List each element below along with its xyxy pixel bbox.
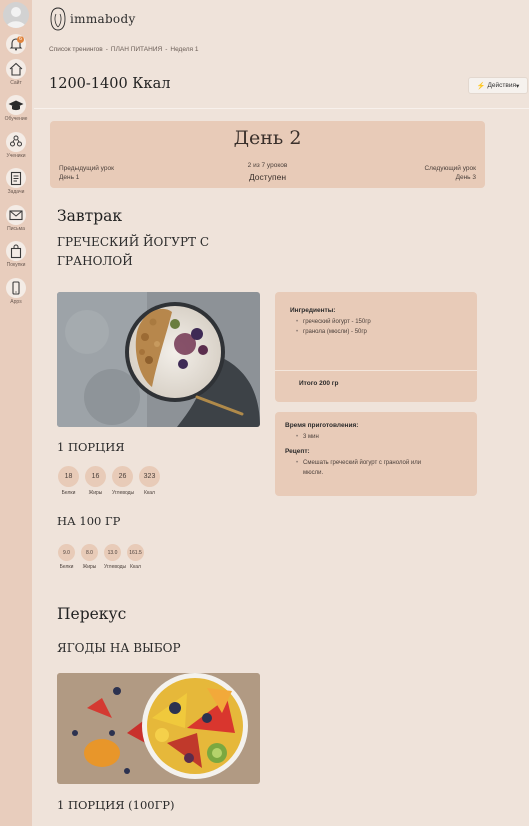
ingredients-total: Итого 200 гр <box>299 380 339 387</box>
sidebar-item-tasks[interactable]: Задачи <box>0 168 32 195</box>
logo-text: immabody <box>70 12 136 26</box>
snack-heading: Перекус <box>57 605 127 623</box>
notification-badge: 6 <box>17 36 24 43</box>
recipe-card: Время приготовления: 3 мин Рецепт: Смеша… <box>275 412 477 496</box>
macro-value: 13.0 <box>104 544 121 561</box>
ingredients-list: греческий йогурт - 150гр гранола (мюсли)… <box>283 317 473 337</box>
sidebar-item-label: Apps <box>10 299 22 305</box>
sidebar-item-mail[interactable]: Письма <box>0 205 32 232</box>
ingredients-title: Ингредиенты: <box>290 307 336 314</box>
recipe-step: Смешать греческий йогурт с гранолой или м… <box>283 458 473 478</box>
breakfast-per100-title: НА 100 ГР <box>57 514 121 528</box>
macro-label: Белки <box>61 490 76 496</box>
macro-carbs: 13.0 Углеводы <box>104 544 127 570</box>
sidebar-item-label: Обучение <box>4 116 28 122</box>
macro-value: 9.0 <box>58 544 75 561</box>
dish-name-line: ГРАНОЛОЙ <box>57 254 133 268</box>
breakfast-heading: Завтрак <box>57 207 123 225</box>
breakfast-portion-macros: 18 Белки 16 Жиры 26 Углеводы 323 Ккал <box>58 466 166 496</box>
graduation-cap-icon <box>6 95 26 115</box>
actions-button-label: Действия <box>487 82 516 89</box>
actions-button[interactable]: ⚡ Действия ▾ <box>468 77 528 94</box>
shopping-bag-icon <box>6 241 26 261</box>
day-navigation-panel: День 2 Предыдущий урок День 1 2 из 7 уро… <box>50 121 485 188</box>
next-lesson-day[interactable]: День 3 <box>456 174 476 181</box>
lesson-progress: 2 из 7 уроков <box>247 162 288 169</box>
sidebar-item-students[interactable]: Ученики <box>0 132 32 159</box>
sidebar-item-label: Письма <box>7 226 25 232</box>
sidebar-item-label: Покупки <box>6 262 26 268</box>
breakfast-photo <box>57 292 260 427</box>
macro-value: 161.5 <box>127 544 144 561</box>
breakfast-per100-macros: 9.0 Белки 8.0 Жиры 13.0 Углеводы 161.5 Ккал <box>58 544 150 570</box>
macro-kcal: 161.5 Ккал <box>127 544 144 570</box>
ingredient-item: греческий йогурт - 150гр <box>283 317 473 327</box>
logo-mark-icon <box>50 7 66 31</box>
ingredients-card: Ингредиенты: греческий йогурт - 150гр гр… <box>275 292 477 402</box>
recipe-steps: Смешать греческий йогурт с гранолой или м… <box>283 458 473 478</box>
logo[interactable]: immabody <box>49 7 136 31</box>
breadcrumb-separator: - <box>105 46 108 53</box>
macro-label: Жиры <box>88 490 103 496</box>
ingredient-item: гранола (мюсли) - 50гр <box>283 327 473 337</box>
macro-label: Белки <box>59 564 74 570</box>
snack-photo <box>57 673 260 784</box>
macro-kcal: 323 Ккал <box>139 466 160 496</box>
day-title: День 2 <box>233 127 302 149</box>
snack-dish-name: ЯГОДЫ НА ВЫБОР <box>57 641 181 655</box>
recipe-step-line: мюсли. <box>303 470 324 476</box>
macro-value: 16 <box>85 466 106 487</box>
phone-icon <box>6 278 26 298</box>
macro-value: 8.0 <box>81 544 98 561</box>
snack-portion-title: 1 ПОРЦИЯ (100ГР) <box>57 798 175 812</box>
prep-time-item: 3 мин <box>283 432 473 442</box>
sidebar-item-notifications[interactable]: 6 <box>0 34 32 54</box>
chevron-down-icon: ▾ <box>515 82 520 90</box>
sidebar-item-apps[interactable]: Apps <box>0 278 32 305</box>
ingredients-divider <box>275 370 477 371</box>
macro-value: 323 <box>139 466 160 487</box>
macro-label: Углеводы <box>112 490 135 496</box>
sidebar-item-label: Сайт <box>10 80 22 86</box>
students-icon <box>6 132 26 152</box>
macro-carbs: 26 Углеводы <box>112 466 135 496</box>
macro-fat: 8.0 Жиры <box>81 544 98 570</box>
sidebar-item-purchases[interactable]: Покупки <box>0 241 32 268</box>
macro-protein: 18 Белки <box>58 466 79 496</box>
breadcrumb-item-week[interactable]: Неделя 1 <box>170 46 198 53</box>
macro-label: Ккал <box>144 490 155 496</box>
sidebar-item-site[interactable]: Сайт <box>0 59 32 86</box>
recipe-title: Рецепт: <box>285 448 310 455</box>
macro-label: Углеводы <box>104 564 127 570</box>
prep-time-list: 3 мин <box>283 432 473 442</box>
dish-name-line: ГРЕЧЕСКИЙ ЙОГУРТ С <box>57 235 210 249</box>
sidebar-item-learning[interactable]: Обучение <box>0 95 32 122</box>
sidebar-item-label: Ученики <box>6 153 26 159</box>
avatar[interactable] <box>3 2 29 28</box>
prep-time-title: Время приготовления: <box>285 422 359 429</box>
bolt-icon: ⚡ <box>476 82 486 90</box>
sidebar-item-label: Задачи <box>7 189 25 195</box>
breakfast-portion-title: 1 ПОРЦИЯ <box>57 440 125 454</box>
breadcrumb-item-nutrition-plan[interactable]: ПЛАН ПИТАНИЯ <box>111 46 162 53</box>
macro-protein: 9.0 Белки <box>58 544 75 570</box>
home-icon <box>6 59 26 79</box>
macro-value: 26 <box>112 466 133 487</box>
macro-label: Жиры <box>82 564 97 570</box>
breadcrumb: Список тренингов - ПЛАН ПИТАНИЯ - Неделя 1 <box>49 46 198 53</box>
macro-value: 18 <box>58 466 79 487</box>
macro-fat: 16 Жиры <box>85 466 106 496</box>
lesson-status: Доступен <box>248 172 287 182</box>
breadcrumb-separator: - <box>165 46 168 53</box>
header-divider <box>34 108 529 109</box>
breadcrumb-item-trainings[interactable]: Список тренингов <box>49 46 103 53</box>
clipboard-icon <box>6 168 26 188</box>
recipe-step-line: Смешать греческий йогурт с гранолой или <box>303 460 422 466</box>
macro-label: Ккал <box>130 564 141 570</box>
envelope-icon <box>6 205 26 225</box>
breakfast-dish-name: ГРЕЧЕСКИЙ ЙОГУРТ С ГРАНОЛОЙ <box>57 233 237 271</box>
next-lesson-link[interactable]: Следующий урок <box>424 165 476 172</box>
page-title: 1200-1400 Ккал <box>49 76 171 92</box>
sidebar: 6 Сайт Обучение Ученики Задачи Письма По… <box>0 0 32 826</box>
